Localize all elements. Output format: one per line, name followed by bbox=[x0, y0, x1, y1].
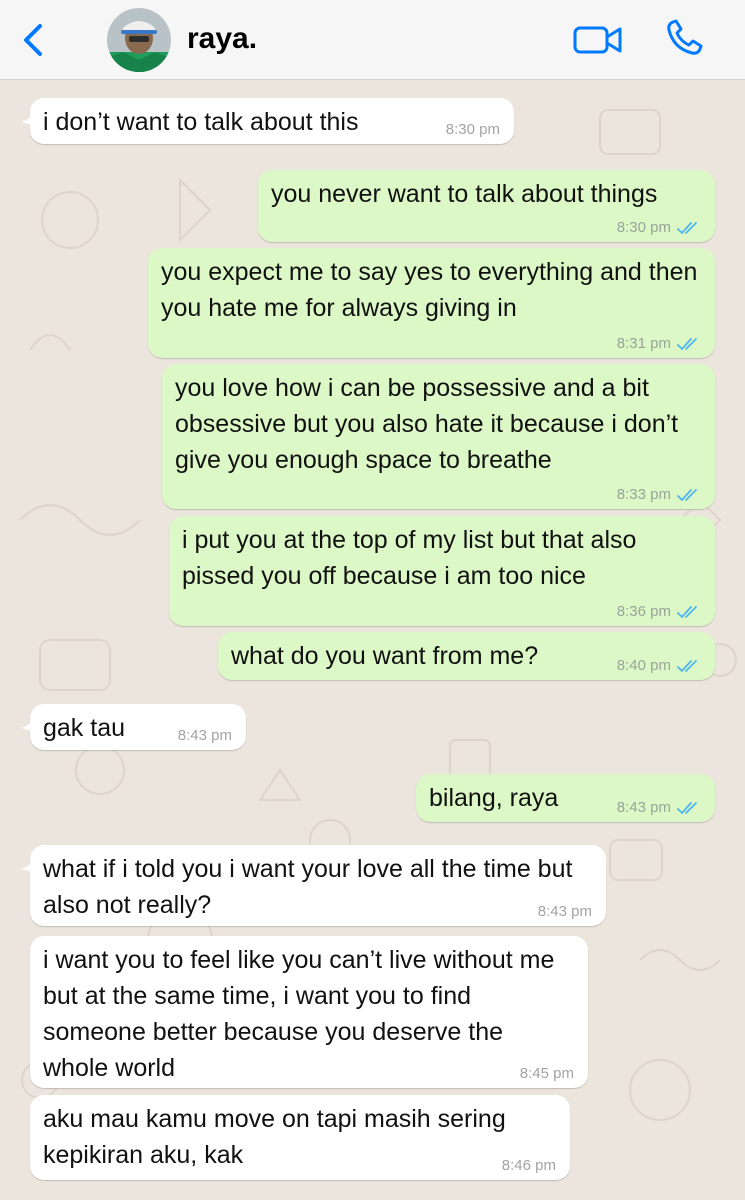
message-text: i put you at the top of my list but that… bbox=[182, 526, 644, 590]
incoming-message[interactable]: gak tau 8:43 pm bbox=[21, 704, 246, 750]
message-text: i don’t want to talk about this bbox=[43, 108, 359, 136]
incoming-message[interactable]: what if i told you i want your love all … bbox=[21, 845, 606, 926]
message-text: you expect me to say yes to everything a… bbox=[161, 258, 705, 322]
outgoing-message[interactable]: you never want to talk about things 8:30 … bbox=[258, 170, 715, 242]
read-receipt-icon bbox=[677, 605, 697, 618]
message-text: you love how i can be possessive and a b… bbox=[175, 374, 686, 474]
incoming-message[interactable]: aku mau kamu move on tapi masih sering k… bbox=[30, 1095, 570, 1180]
message-text: what if i told you i want your love all … bbox=[43, 855, 580, 919]
incoming-message[interactable]: i want you to feel like you can’t live w… bbox=[30, 936, 588, 1088]
message-meta: 8:30 pm bbox=[617, 219, 701, 236]
message-text: you never want to talk about things bbox=[271, 180, 658, 208]
read-receipt-icon bbox=[677, 488, 697, 501]
outgoing-message[interactable]: bilang, raya 8:43 pm bbox=[416, 774, 715, 822]
message-timestamp: 8:40 pm bbox=[616, 657, 671, 674]
bubble-tail bbox=[21, 718, 35, 732]
chevron-left-icon[interactable] bbox=[18, 22, 48, 58]
message-timestamp: 8:43 pm bbox=[537, 903, 592, 920]
message-timestamp: 8:45 pm bbox=[519, 1065, 574, 1082]
message-timestamp: 8:43 pm bbox=[616, 799, 671, 816]
outgoing-message[interactable]: you love how i can be possessive and a b… bbox=[162, 364, 715, 509]
chat-area[interactable]: i don’t want to talk about this 8:30 pm yo… bbox=[0, 80, 745, 1200]
message-text: aku mau kamu move on tapi masih sering k… bbox=[43, 1105, 513, 1169]
outgoing-message[interactable]: i put you at the top of my list but that… bbox=[169, 516, 715, 626]
video-camera-icon[interactable] bbox=[572, 20, 624, 60]
avatar[interactable] bbox=[107, 8, 171, 72]
message-meta: 8:43 pm bbox=[178, 727, 232, 744]
contact-name[interactable]: raya. bbox=[187, 22, 257, 56]
message-timestamp: 8:31 pm bbox=[616, 335, 671, 352]
message-timestamp: 8:30 pm bbox=[445, 121, 500, 138]
message-timestamp: 8:46 pm bbox=[501, 1157, 556, 1174]
outgoing-message[interactable]: what do you want from me? 8:40 pm bbox=[218, 632, 715, 680]
incoming-message[interactable]: i don’t want to talk about this 8:30 pm bbox=[21, 98, 514, 144]
message-meta: 8:33 pm bbox=[617, 486, 701, 503]
message-meta: 8:40 pm bbox=[617, 657, 701, 674]
bubble-tail bbox=[21, 859, 35, 873]
read-receipt-icon bbox=[677, 221, 697, 234]
message-meta: 8:30 pm bbox=[446, 121, 500, 138]
message-meta: 8:31 pm bbox=[617, 335, 701, 352]
message-timestamp: 8:36 pm bbox=[616, 603, 671, 620]
message-text: i want you to feel like you can’t live w… bbox=[43, 946, 562, 1082]
phone-icon[interactable] bbox=[664, 18, 704, 58]
read-receipt-icon bbox=[677, 801, 697, 814]
message-timestamp: 8:33 pm bbox=[616, 486, 671, 503]
message-timestamp: 8:43 pm bbox=[177, 727, 232, 744]
outgoing-message[interactable]: you expect me to say yes to everything a… bbox=[148, 248, 715, 358]
message-meta: 8:43 pm bbox=[538, 903, 592, 920]
message-meta: 8:43 pm bbox=[617, 799, 701, 816]
message-timestamp: 8:30 pm bbox=[616, 219, 671, 236]
message-meta: 8:36 pm bbox=[617, 603, 701, 620]
read-receipt-icon bbox=[677, 659, 697, 672]
message-meta: 8:45 pm bbox=[520, 1065, 574, 1082]
message-meta: 8:46 pm bbox=[502, 1157, 556, 1174]
bubble-tail bbox=[21, 112, 35, 126]
chat-header: raya. bbox=[0, 0, 745, 80]
read-receipt-icon bbox=[677, 337, 697, 350]
